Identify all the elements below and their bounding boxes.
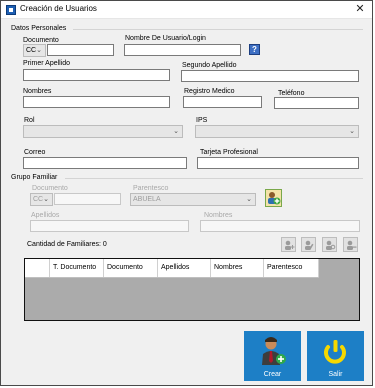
add-family-icon[interactable] [265,189,282,207]
telefono-input[interactable] [274,97,359,109]
column-header[interactable]: Documento [104,259,158,277]
nombres-label: Nombres [23,88,52,95]
registro-medico-input[interactable] [183,96,262,108]
documento-type-select[interactable]: CC ⌄ [23,44,46,57]
nombre-usuario-input[interactable] [124,44,241,56]
chevron-down-icon: ⌄ [43,196,49,203]
parentesco-select[interactable]: ABUELA ⌄ [130,193,256,206]
parentesco-value: ABUELA [133,196,161,203]
app-icon [6,5,16,15]
cantidad-familiares-label: Cantidad de Familiares: 0 [27,241,107,248]
documento-type-value: CC [26,47,37,54]
window-title: Creación de Usuarios [20,4,97,13]
grupo-familiar-divider [65,178,363,179]
familiar-documento-input[interactable] [54,193,121,205]
add-family-glyph [268,192,281,205]
primer-apellido-label: Primer Apellido [23,60,71,67]
documento-label: Documento [23,37,59,44]
rol-label: Rol [24,117,35,124]
salir-label: Salir [328,371,343,378]
close-icon[interactable]: ✕ [352,2,368,17]
documento-input[interactable] [47,44,114,56]
nombre-usuario-label: Nombre De Usuario/Login [125,35,206,42]
registro-medico-label: Registro Medico [184,88,235,95]
column-header[interactable]: T. Documento [50,259,104,277]
add-user-icon[interactable] [281,237,296,252]
familiar-documento-type-value: CC [33,196,44,203]
crear-button[interactable]: Crear [244,331,301,381]
tarjeta-profesional-label: Tarjeta Profesional [200,149,258,156]
search-user-icon[interactable] [322,237,337,252]
familiar-nombres-input[interactable] [200,220,360,232]
segundo-apellido-input[interactable] [181,70,359,82]
telefono-label: Teléfono [278,90,305,97]
familiar-documento-type-select[interactable]: CC ⌄ [30,193,53,206]
crear-label: Crear [263,371,282,378]
create-user-icon [262,337,286,365]
familiares-grid[interactable]: T. Documento Documento Apellidos Nombres… [24,258,360,321]
remove-user-icon[interactable] [343,237,358,252]
column-header[interactable]: Parentesco [264,259,319,277]
column-header[interactable]: Nombres [211,259,264,277]
ips-label: IPS [196,117,208,124]
help-icon[interactable]: ? [249,44,260,55]
chevron-down-icon: ⌄ [349,128,355,135]
user-creation-window: Creación de Usuarios ✕ Datos Personales … [0,0,373,386]
familiar-apellidos-input[interactable] [30,220,189,232]
parentesco-label: Parentesco [133,185,169,192]
rol-select[interactable]: ⌄ [23,125,183,138]
column-header[interactable]: Apellidos [158,259,211,277]
datos-personales-label: Datos Personales [11,25,67,32]
segundo-apellido-label: Segundo Apellido [182,62,237,69]
chevron-down-icon: ⌄ [246,196,252,203]
edit-user-icon[interactable] [301,237,316,252]
salir-button[interactable]: Salir [307,331,364,381]
primer-apellido-input[interactable] [23,69,170,81]
correo-label: Correo [24,149,46,156]
ips-select[interactable]: ⌄ [195,125,359,138]
familiar-nombres-label: Nombres [204,212,233,219]
correo-input[interactable] [23,157,187,169]
familiar-documento-label: Documento [32,185,68,192]
chevron-down-icon: ⌄ [36,47,42,54]
tarjeta-profesional-input[interactable] [197,157,359,169]
grupo-familiar-label: Grupo Familiar [11,174,58,181]
chevron-down-icon: ⌄ [173,128,179,135]
row-selector-header [25,259,50,277]
power-icon [324,340,346,364]
title-bar: Creación de Usuarios ✕ [1,1,372,19]
familiares-grid-header: T. Documento Documento Apellidos Nombres… [25,259,319,278]
datos-personales-divider [73,29,363,30]
nombres-input[interactable] [23,96,170,108]
familiar-apellidos-label: Apellidos [31,212,60,219]
